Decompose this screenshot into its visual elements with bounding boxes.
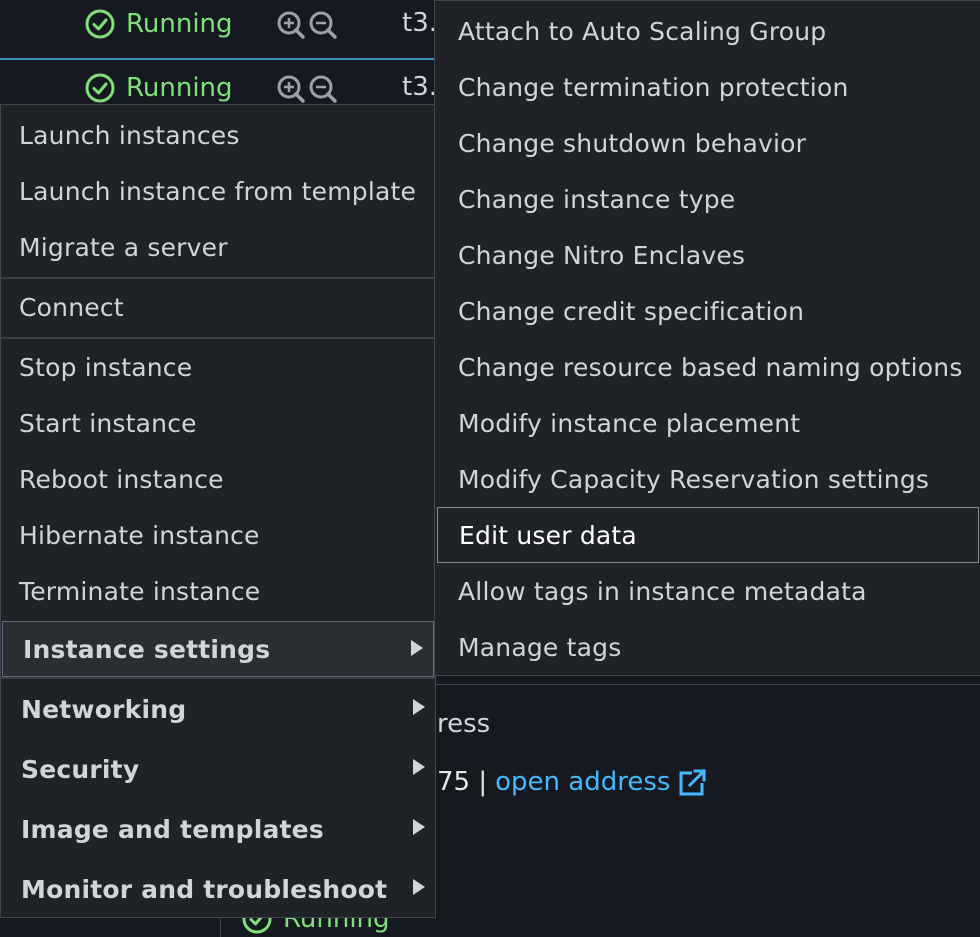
submenu-item-allow-tags-metadata[interactable]: Allow tags in instance metadata [435, 563, 979, 619]
submenu-item-edit-user-data[interactable]: Edit user data [437, 507, 979, 563]
menu-divider [1, 677, 435, 679]
submenu-item-resource-naming[interactable]: Change resource based naming options [435, 339, 979, 395]
menu-item-start-instance[interactable]: Start instance [1, 395, 435, 451]
submenu-item-label: Attach to Auto Scaling Group [458, 16, 827, 46]
menu-item-label: Instance settings [23, 634, 271, 664]
menu-item-label: Terminate instance [19, 576, 261, 606]
instance-settings-submenu: Attach to Auto Scaling Group Change term… [434, 0, 980, 676]
zoom-controls [276, 10, 338, 40]
menu-item-connect[interactable]: Connect [1, 279, 435, 335]
address-value: 75 | [437, 767, 488, 797]
status-text: Running [126, 73, 233, 103]
instance-type-text: t3. [402, 72, 438, 102]
status-cell: Running [84, 8, 233, 40]
caret-right-icon [413, 699, 425, 715]
menu-item-image-and-templates[interactable]: Image and templates [1, 801, 435, 857]
status-cell: Running [84, 72, 233, 104]
submenu-item-termination-protection[interactable]: Change termination protection [435, 59, 979, 115]
menu-item-label: Migrate a server [19, 232, 228, 262]
submenu-item-shutdown-behavior[interactable]: Change shutdown behavior [435, 115, 979, 171]
submenu-item-label: Change shutdown behavior [458, 128, 807, 158]
menu-item-reboot-instance[interactable]: Reboot instance [1, 451, 435, 507]
menu-item-launch-instances[interactable]: Launch instances [1, 107, 435, 163]
submenu-item-label: Change resource based naming options [458, 352, 963, 382]
menu-item-label: Launch instances [19, 120, 240, 150]
menu-item-label: Security [21, 754, 140, 784]
submenu-item-label: Modify Capacity Reservation settings [458, 464, 930, 494]
external-link-icon[interactable] [678, 767, 708, 797]
menu-item-label: Start instance [19, 408, 197, 438]
caret-right-icon [413, 759, 425, 775]
menu-item-label: Connect [19, 292, 124, 322]
submenu-item-instance-placement[interactable]: Modify instance placement [435, 395, 979, 451]
menu-item-label: Hibernate instance [19, 520, 260, 550]
check-circle-icon [85, 73, 115, 103]
menu-item-monitor-and-troubleshoot[interactable]: Monitor and troubleshoot [1, 861, 435, 917]
submenu-item-credit-specification[interactable]: Change credit specification [435, 283, 979, 339]
menu-item-instance-settings[interactable]: Instance settings [2, 621, 434, 677]
submenu-item-nitro-enclaves[interactable]: Change Nitro Enclaves [435, 227, 979, 283]
menu-item-migrate-server[interactable]: Migrate a server [1, 219, 435, 275]
submenu-item-instance-type[interactable]: Change instance type [435, 171, 979, 227]
submenu-item-label: Allow tags in instance metadata [458, 576, 867, 606]
menu-item-networking[interactable]: Networking [1, 681, 435, 737]
menu-item-stop-instance[interactable]: Stop instance [1, 339, 435, 395]
zoom-in-icon[interactable] [276, 74, 306, 104]
caret-right-icon [413, 819, 425, 835]
menu-item-launch-from-template[interactable]: Launch instance from template [1, 163, 435, 219]
submenu-item-label: Change termination protection [458, 72, 849, 102]
check-circle-icon [85, 9, 115, 39]
zoom-out-icon[interactable] [308, 74, 338, 104]
open-address-link[interactable]: open address [495, 767, 670, 797]
menu-item-label: Stop instance [19, 352, 193, 382]
zoom-controls [276, 74, 338, 104]
menu-item-label: Monitor and troubleshoot [21, 874, 388, 904]
menu-item-terminate-instance[interactable]: Terminate instance [1, 563, 435, 619]
menu-item-label: Networking [21, 694, 187, 724]
submenu-item-capacity-reservation[interactable]: Modify Capacity Reservation settings [435, 451, 979, 507]
menu-item-label: Image and templates [21, 814, 324, 844]
menu-item-label: Reboot instance [19, 464, 224, 494]
submenu-item-label: Change instance type [458, 184, 736, 214]
submenu-item-manage-tags[interactable]: Manage tags [435, 619, 979, 675]
submenu-item-label: Manage tags [458, 632, 622, 662]
caret-right-icon [413, 879, 425, 895]
status-text: Running [126, 9, 233, 39]
instance-type-text: t3. [402, 8, 438, 38]
submenu-item-label: Change credit specification [458, 296, 805, 326]
detail-label: ress [437, 709, 491, 739]
caret-right-icon [411, 640, 423, 656]
menu-item-hibernate-instance[interactable]: Hibernate instance [1, 507, 435, 563]
submenu-item-label: Change Nitro Enclaves [458, 240, 746, 270]
submenu-item-label: Edit user data [459, 520, 637, 550]
zoom-out-icon[interactable] [308, 10, 338, 40]
menu-item-label: Launch instance from template [19, 176, 417, 206]
submenu-item-label: Modify instance placement [458, 408, 801, 438]
instance-actions-menu: Launch instances Launch instance from te… [0, 104, 436, 918]
menu-item-security[interactable]: Security [1, 741, 435, 797]
detail-value: 75 | open address [437, 767, 708, 797]
submenu-item-attach-asg[interactable]: Attach to Auto Scaling Group [435, 3, 979, 59]
zoom-in-icon[interactable] [276, 10, 306, 40]
